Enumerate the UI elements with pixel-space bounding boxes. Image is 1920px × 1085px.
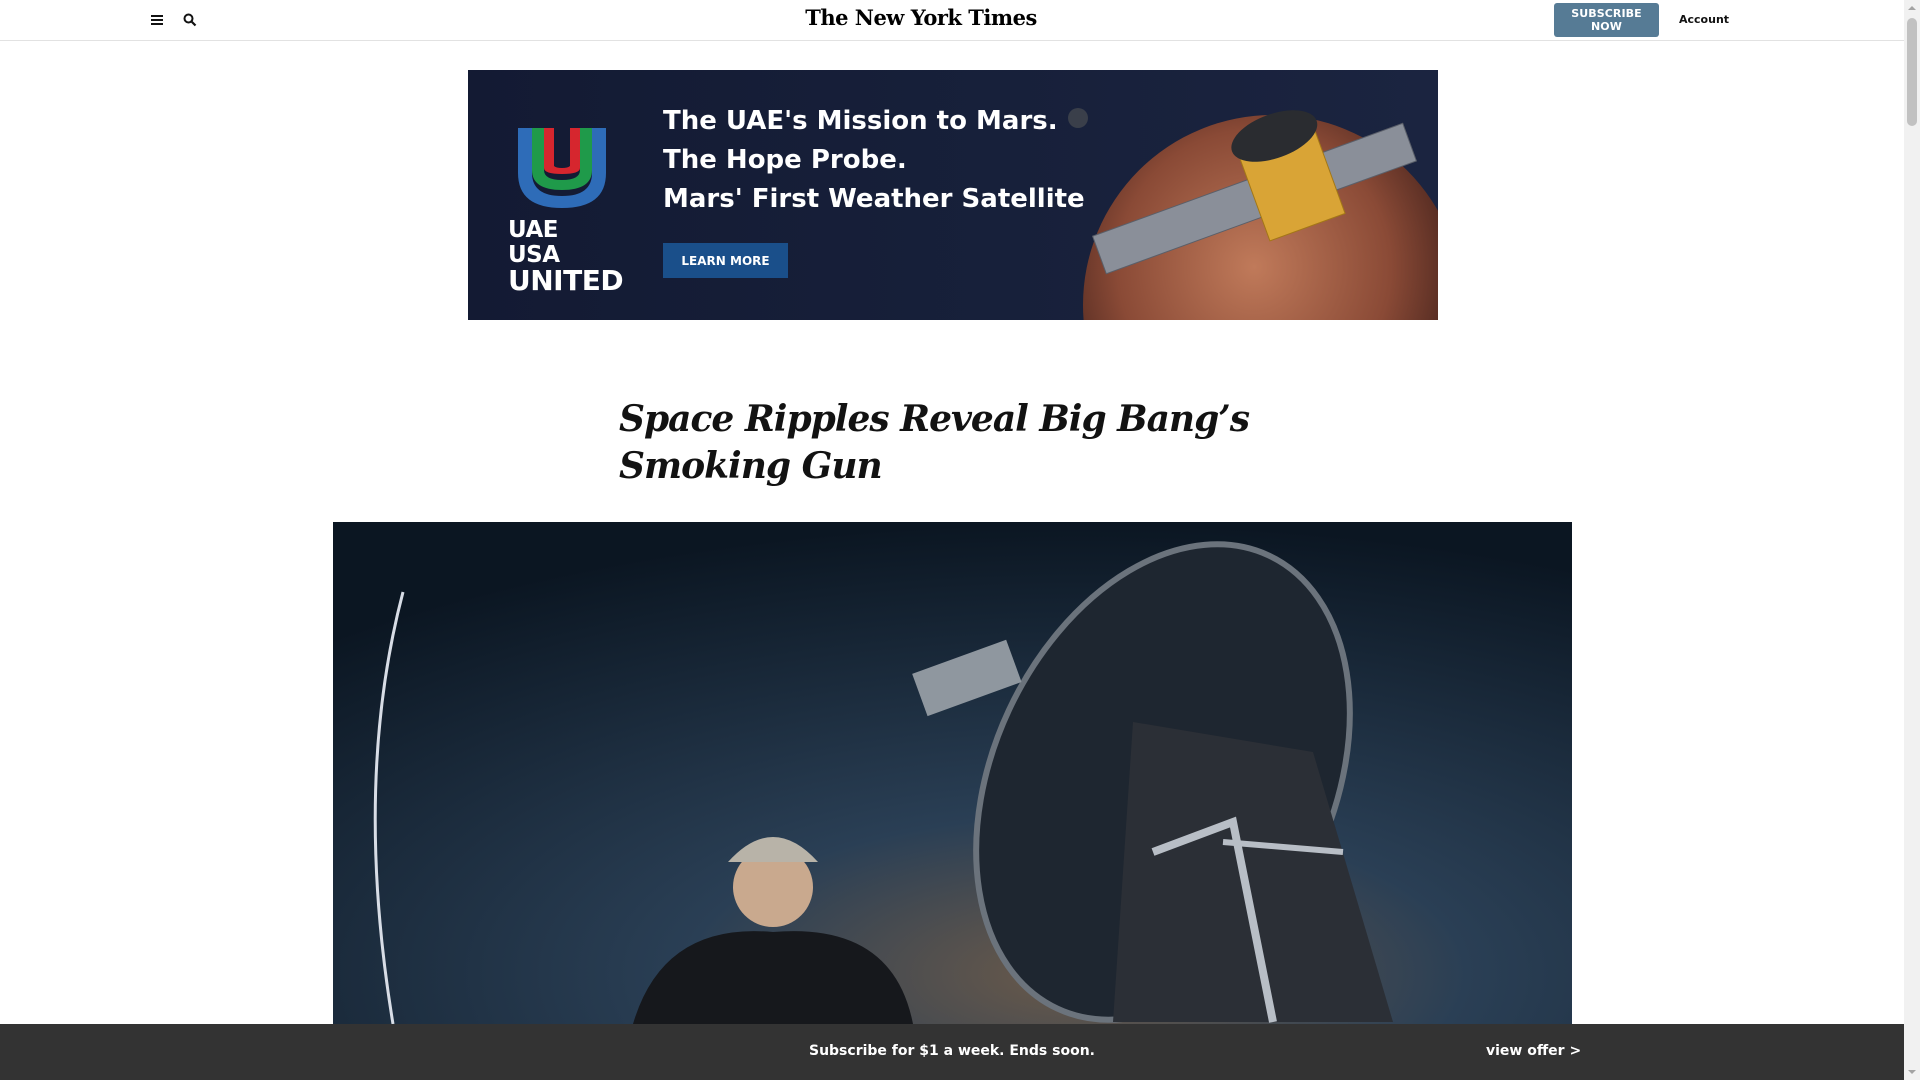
- learn-more-button[interactable]: LEARN MORE: [663, 243, 788, 278]
- scroll-down-arrow-icon[interactable]: [1904, 1064, 1920, 1080]
- top-navigation-bar: The New York Times SUBSCRIBE NOW Account: [0, 0, 1904, 41]
- ad-headline: The UAE's Mission to Mars. The Hope Prob…: [663, 102, 1085, 219]
- ad-headline-line2: The Hope Probe.: [663, 145, 907, 175]
- scrollbar-thumb[interactable]: [1907, 18, 1917, 126]
- subscribe-now-button[interactable]: SUBSCRIBE NOW: [1554, 3, 1659, 37]
- scroll-up-arrow-icon[interactable]: [1904, 0, 1920, 16]
- ad-headline-line1: The UAE's Mission to Mars.: [663, 106, 1058, 136]
- vertical-scrollbar[interactable]: [1904, 0, 1920, 1080]
- ad-logo-line1: UAE USA: [508, 217, 560, 268]
- account-link[interactable]: Account: [1679, 13, 1729, 26]
- subscription-banner: Subscribe for $1 a week. Ends soon. view…: [0, 1024, 1904, 1080]
- mars-satellite-illustration: [1068, 108, 1438, 320]
- ad-headline-line3: Mars' First Weather Satellite: [663, 184, 1085, 214]
- uae-usa-united-logo: [518, 128, 606, 208]
- subscription-message: Subscribe for $1 a week. Ends soon.: [808, 1043, 1095, 1059]
- article-photo: [333, 522, 1572, 1024]
- article-headline: Space Ripples Reveal Big Bang’s Smoking …: [619, 398, 1250, 487]
- ad-logo-line2: UNITED: [508, 264, 624, 297]
- view-offer-link[interactable]: view offer >: [1486, 1043, 1581, 1059]
- ad-logo-text: UAE USA UNITED: [508, 217, 624, 297]
- advertisement-banner[interactable]: UAE USA UNITED The UAE's Mission to Mars…: [468, 70, 1438, 320]
